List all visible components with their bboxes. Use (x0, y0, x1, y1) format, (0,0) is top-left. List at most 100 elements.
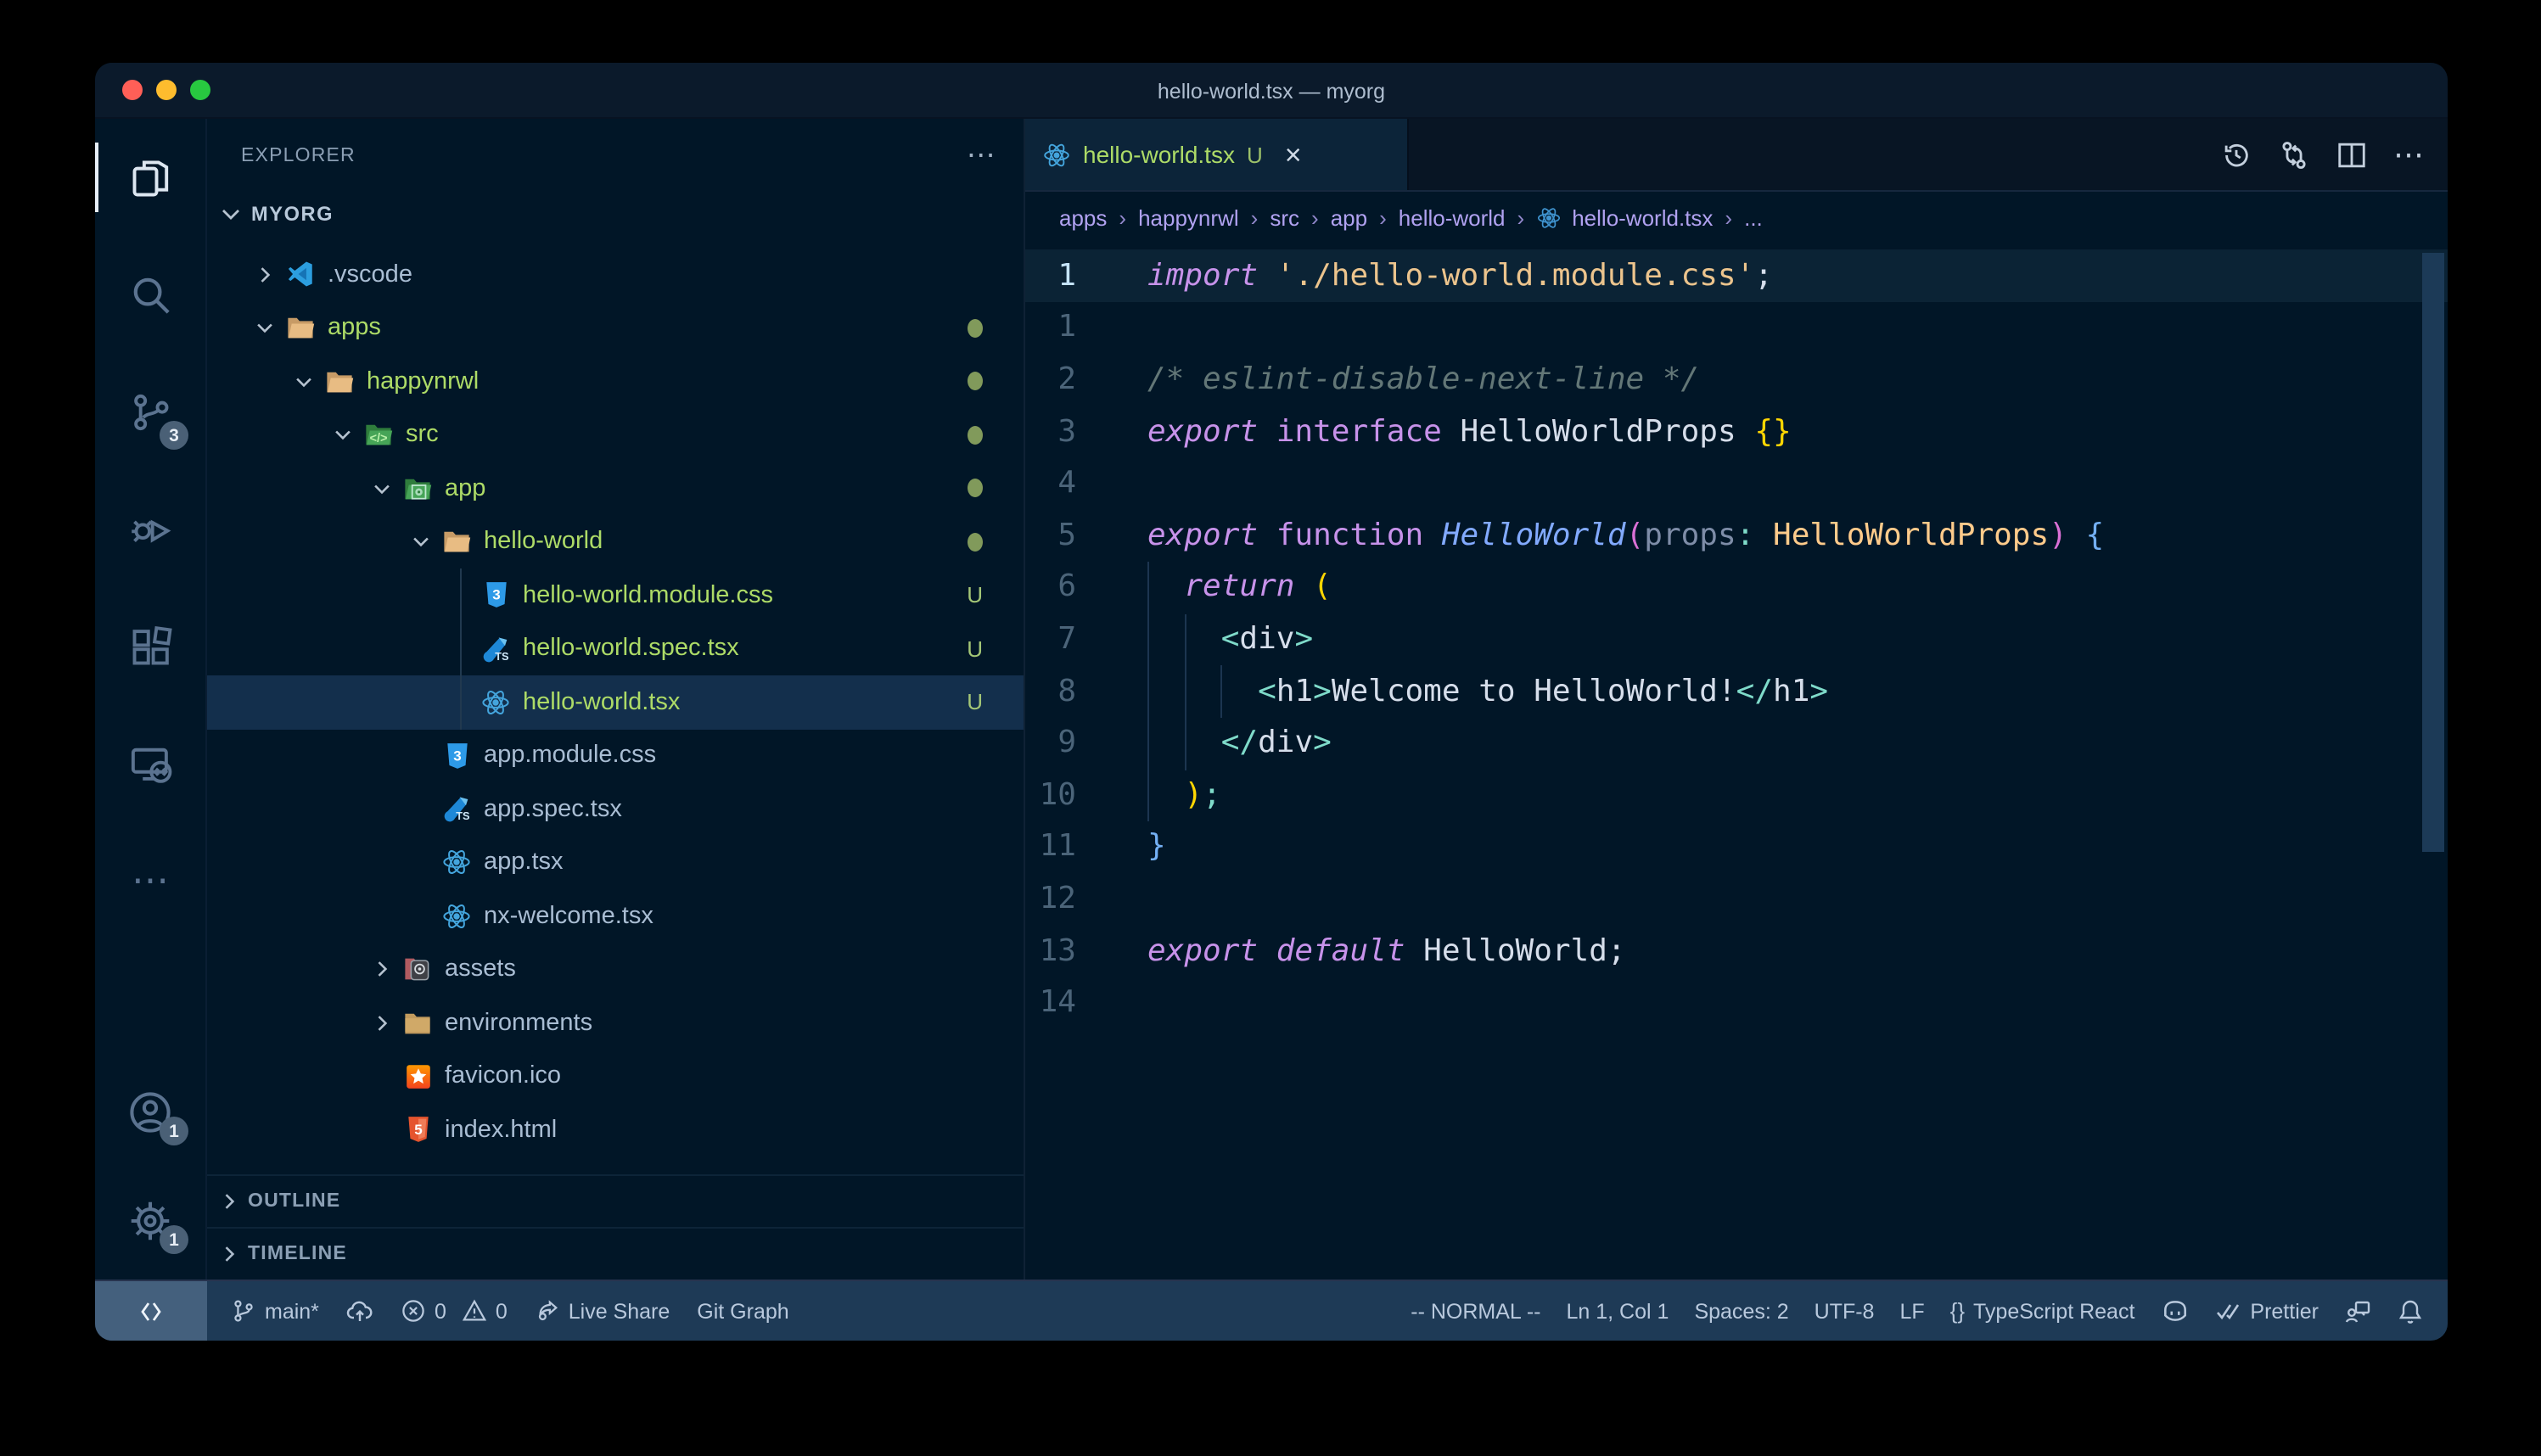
tree-item-app-tsx[interactable]: app.tsx (207, 836, 1024, 889)
code-line[interactable]: 13 export default HelloWorld; (1025, 924, 2448, 976)
activity-more[interactable]: ⋯ (95, 821, 205, 938)
status-left: main* 0 0 Live Share Git Graph (207, 1281, 789, 1341)
indent-guide (1220, 665, 1222, 718)
tree-item-nx-welcome-tsx[interactable]: nx-welcome.tsx (207, 889, 1024, 943)
code-line[interactable]: 9 </div> (1025, 717, 2448, 769)
accounts-button[interactable]: 1 (95, 1057, 205, 1166)
problems-item[interactable]: 0 0 (401, 1298, 508, 1324)
breadcrumb-item[interactable]: hello-world (1399, 205, 1506, 231)
tree-item-favicon-ico[interactable]: favicon.ico (207, 1050, 1024, 1103)
breadcrumb-item[interactable]: apps (1059, 205, 1107, 231)
copilot-item[interactable] (2160, 1296, 2189, 1325)
compare-changes-icon[interactable] (2278, 138, 2310, 171)
tree-item-assets[interactable]: assets (207, 943, 1024, 996)
chevron-right-icon (246, 263, 283, 287)
breadcrumb-item[interactable]: ... (1744, 205, 1763, 231)
tree-item-src[interactable]: </> src (207, 408, 1024, 462)
activity-run-debug[interactable] (95, 470, 205, 587)
tree-item-apps[interactable]: apps (207, 301, 1024, 355)
indent-guide (1147, 562, 1149, 821)
breadcrumb-item-file[interactable]: hello-world.tsx (1536, 205, 1713, 231)
tree-item-hello-world-tsx[interactable]: hello-world.tsx U (207, 675, 1024, 729)
tree-item-vscode[interactable]: .vscode (207, 248, 1024, 301)
code-line[interactable]: 1 import './hello-world.module.css'; (1025, 249, 2448, 301)
tree-item-hello-world[interactable]: hello-world (207, 515, 1024, 568)
live-share-item[interactable]: Live Share (535, 1298, 670, 1324)
breadcrumb-item[interactable]: src (1270, 205, 1299, 231)
breadcrumb-item[interactable]: happynrwl (1138, 205, 1239, 231)
editor-scrollbar[interactable] (2422, 253, 2444, 852)
activity-bar: 3 ⋯ 1 1 (95, 119, 207, 1280)
editor-group: hello-world.tsx U × ⋯ apps › happynrwl ›… (1025, 119, 2448, 1280)
git-graph-item[interactable]: Git Graph (697, 1299, 788, 1323)
settings-badge: 1 (160, 1225, 188, 1254)
more-actions-icon[interactable]: ⋯ (2393, 137, 2424, 172)
split-editor-icon[interactable] (2336, 138, 2368, 171)
notifications-item[interactable] (2397, 1297, 2424, 1324)
folder-assets-icon (401, 955, 435, 985)
code-line[interactable]: 7 <div> (1025, 613, 2448, 664)
section-timeline[interactable]: TIMELINE (207, 1227, 1024, 1280)
vim-mode-item[interactable]: -- NORMAL -- (1411, 1299, 1540, 1323)
tree-root-myorg[interactable]: MYORG (207, 193, 1024, 234)
section-outline[interactable]: OUTLINE (207, 1174, 1024, 1227)
tree-item-app-spec-tsx[interactable]: TS app.spec.tsx (207, 782, 1024, 836)
chevron-right-icon (363, 1011, 401, 1035)
git-modified-dot (968, 319, 983, 338)
activity-extensions[interactable] (95, 587, 205, 704)
svg-text:3: 3 (452, 748, 460, 764)
scm-badge: 3 (160, 421, 188, 450)
code-line[interactable]: 4 (1025, 457, 2448, 509)
tab-hello-world-tsx[interactable]: hello-world.tsx U × (1025, 119, 1409, 190)
tree-item-app[interactable]: app (207, 462, 1024, 515)
test-tsx-icon: TS (440, 795, 474, 824)
activity-source-control[interactable]: 3 (95, 353, 205, 470)
code-line[interactable]: 12 (1025, 872, 2448, 924)
braces-icon: {} (1950, 1298, 1965, 1324)
code-line[interactable]: 1 (1025, 301, 2448, 353)
eol-item[interactable]: LF (1899, 1299, 1924, 1323)
tree-item-environments[interactable]: environments (207, 996, 1024, 1050)
breadcrumbs: apps › happynrwl › src › app › hello-wor… (1025, 192, 2448, 244)
tree-item-hello-world-module-css[interactable]: 3 hello-world.module.css U (207, 568, 1024, 622)
code-line[interactable]: 6 return ( (1025, 561, 2448, 613)
react-icon (1536, 205, 1562, 231)
tree-item-happynrwl[interactable]: happynrwl (207, 355, 1024, 408)
code-line[interactable]: 5 export function HelloWorld(props: Hell… (1025, 509, 2448, 561)
close-icon[interactable]: × (1285, 140, 1302, 169)
code-area[interactable]: 1 import './hello-world.module.css'; 1 2… (1025, 244, 2448, 1280)
chevron-down-icon (402, 530, 440, 554)
tree-item-hello-world-spec-tsx[interactable]: TS hello-world.spec.tsx U (207, 622, 1024, 675)
code-line[interactable]: 2 /* eslint-disable-next-line */ (1025, 353, 2448, 405)
cursor-position-item[interactable]: Ln 1, Col 1 (1567, 1299, 1669, 1323)
line-number: 14 (1025, 984, 1147, 1020)
timeline-history-icon[interactable] (2220, 138, 2252, 171)
remote-indicator[interactable] (95, 1281, 207, 1341)
feedback-item[interactable] (2344, 1297, 2371, 1324)
svg-text:TS: TS (455, 809, 468, 822)
code-line[interactable]: 10 ); (1025, 769, 2448, 820)
code-line[interactable]: 3 export interface HelloWorldProps {} (1025, 406, 2448, 457)
sync-item[interactable] (346, 1297, 373, 1324)
formatter-item[interactable]: Prettier (2214, 1297, 2319, 1324)
encoding-item[interactable]: UTF-8 (1815, 1299, 1875, 1323)
indentation-item[interactable]: Spaces: 2 (1694, 1299, 1788, 1323)
breadcrumb-item[interactable]: app (1331, 205, 1367, 231)
branch-item[interactable]: main* (231, 1298, 319, 1324)
tree-item-index-html[interactable]: 5 index.html (207, 1103, 1024, 1156)
chevron-down-icon (217, 200, 244, 227)
code-line[interactable]: 14 (1025, 977, 2448, 1028)
language-mode-item[interactable]: {} TypeScript React (1950, 1298, 2135, 1324)
folder-open-icon (440, 527, 474, 557)
activity-search[interactable] (95, 236, 205, 353)
explorer-more-actions[interactable]: ⋯ (967, 139, 996, 173)
code-line[interactable]: 8 <h1>Welcome to HelloWorld!</h1> (1025, 665, 2448, 717)
code-line[interactable]: 11 } (1025, 820, 2448, 872)
activity-explorer[interactable] (95, 119, 205, 236)
favicon-icon (401, 1062, 435, 1091)
tree-item-app-module-css[interactable]: 3 app.module.css (207, 729, 1024, 782)
file-tree: .vscode apps happynrwl </> src (207, 248, 1024, 1156)
activity-remote-explorer[interactable] (95, 704, 205, 821)
svg-text:3: 3 (491, 587, 499, 603)
settings-button[interactable]: 1 (95, 1166, 205, 1274)
